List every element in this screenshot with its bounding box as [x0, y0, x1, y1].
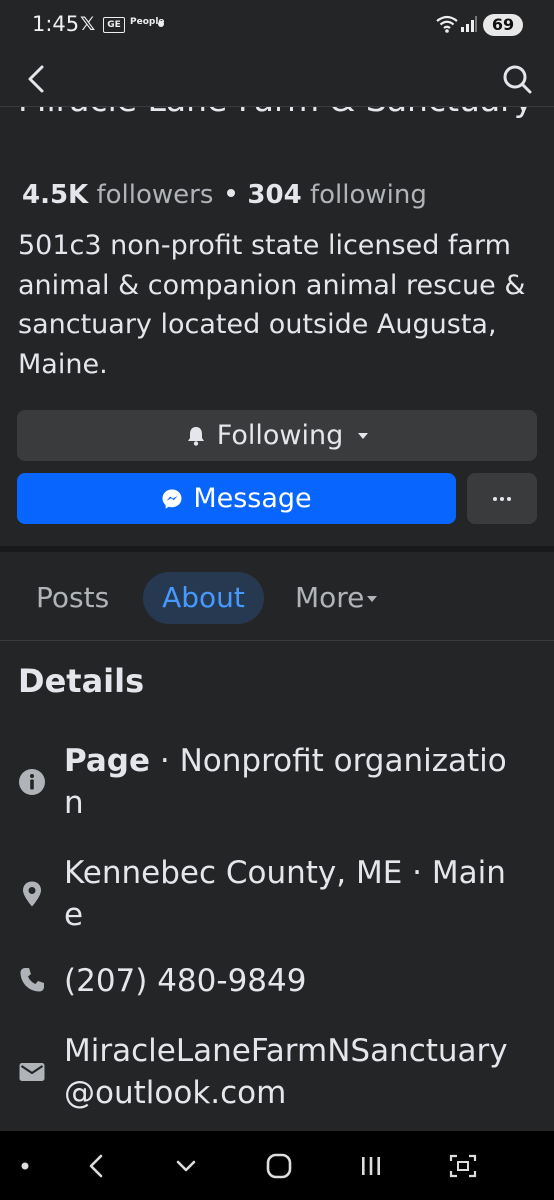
page-bio: 501c3 non-profit state licensed farm ani… [18, 230, 526, 380]
profile-tabs: Posts About More [0, 552, 554, 641]
status-time: 1:45 [32, 12, 80, 36]
followers-count[interactable]: 4.5K [22, 180, 88, 210]
message-button-label: Message [193, 483, 312, 514]
wifi-icon [436, 15, 458, 33]
follow-stats: 4.5K followers 304 following [22, 180, 427, 210]
following-button-label: Following [216, 420, 344, 451]
app-bar [0, 52, 554, 107]
phone-text: (207) 480-9849 [64, 963, 307, 999]
followers-label[interactable]: followers [96, 180, 213, 210]
phone-icon [20, 968, 44, 992]
email-text: MiracleLaneFarmNSanctuary@outlook.com [64, 1033, 508, 1111]
following-label[interactable]: following [310, 180, 427, 210]
following-button[interactable]: Following [17, 410, 537, 461]
info-icon [19, 769, 45, 795]
system-nav-bar [0, 1131, 554, 1200]
tab-posts[interactable]: Posts [36, 572, 109, 624]
tab-more[interactable]: More [295, 572, 378, 624]
nav-dot-icon[interactable] [8, 1149, 42, 1183]
following-count[interactable]: 304 [247, 180, 301, 210]
more-dots-icon [493, 496, 511, 501]
nav-back-icon[interactable] [79, 1149, 113, 1183]
nav-screenshot-icon[interactable] [446, 1149, 480, 1183]
battery-indicator: 69 [483, 14, 523, 36]
messenger-icon [162, 489, 182, 508]
nav-hide-keyboard-icon[interactable] [169, 1149, 203, 1183]
nav-recents-icon[interactable] [354, 1149, 388, 1183]
location-text: Kennebec County, ME · Maine [64, 855, 506, 933]
search-icon[interactable] [500, 62, 534, 96]
chevron-down-icon [367, 596, 378, 602]
more-options-button[interactable] [467, 473, 537, 524]
separator-dot [227, 189, 236, 197]
page-type-label: Page [64, 743, 151, 779]
email-icon [19, 1063, 45, 1081]
back-chevron-icon[interactable] [20, 62, 54, 96]
notification-dot-icon [158, 21, 164, 27]
ge-app-icon: GE [103, 17, 125, 33]
location-pin-icon [23, 881, 41, 907]
signal-icon [461, 16, 477, 32]
tab-more-label: More [295, 581, 365, 614]
bell-icon [187, 426, 204, 446]
tab-about[interactable]: About [143, 572, 264, 624]
chevron-down-icon [358, 432, 369, 439]
details-heading: Details [18, 662, 145, 700]
message-button[interactable]: Message [17, 473, 456, 524]
nav-home-icon[interactable] [262, 1149, 296, 1183]
status-bar: 1:45 𝕏 GE People 69 [0, 0, 554, 52]
x-app-icon: 𝕏 [80, 13, 96, 35]
page-category-text: Page · Nonprofit organization [64, 740, 524, 824]
